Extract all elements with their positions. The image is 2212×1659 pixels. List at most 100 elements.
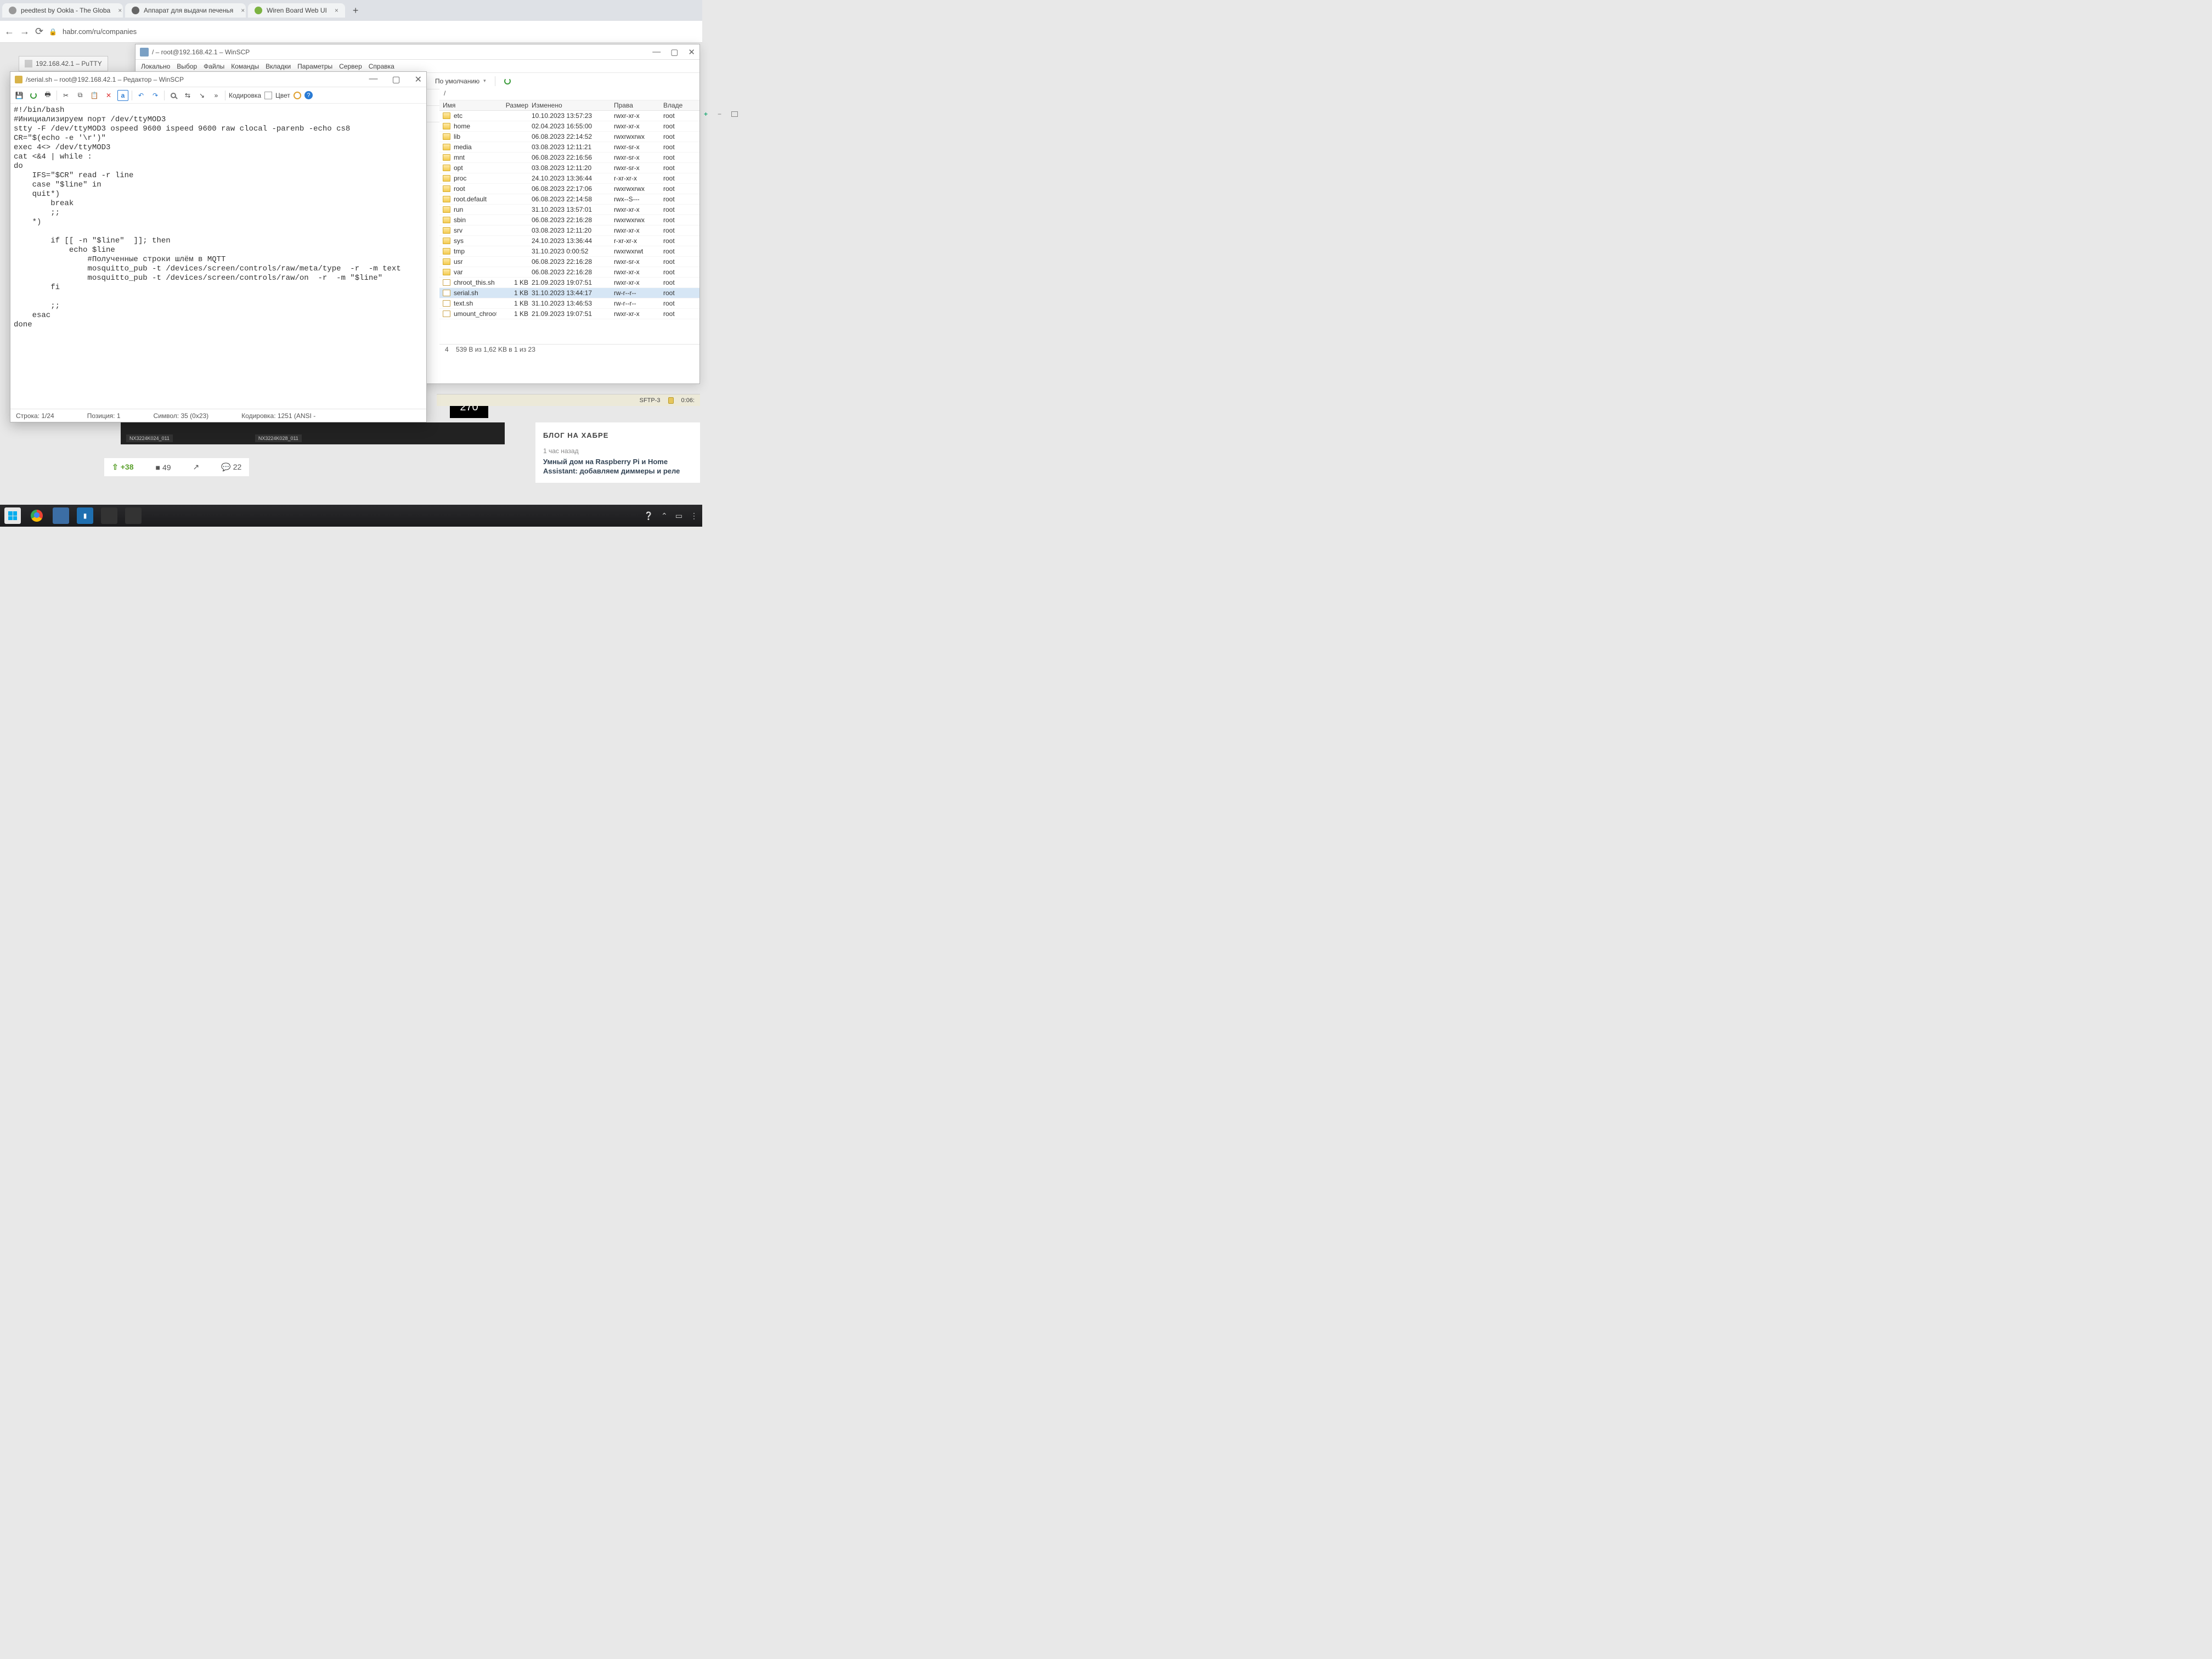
forward-icon[interactable]: → [20, 26, 30, 37]
new-tab-button[interactable]: + [347, 2, 364, 20]
remote-path[interactable]: / [439, 88, 699, 100]
col-perm[interactable]: Права [614, 101, 663, 109]
file-row[interactable]: sbin06.08.2023 22:16:28rwxrwxrwxroot [439, 215, 699, 225]
delete-button[interactable]: ✕ [103, 90, 114, 101]
select-all-button[interactable]: a [117, 90, 128, 101]
select-plus[interactable]: + [701, 109, 711, 119]
file-list[interactable]: etc10.10.2023 13:57:23rwxr-xr-xroothome0… [439, 111, 699, 319]
taskbar-chrome[interactable] [29, 507, 45, 524]
menu-server[interactable]: Сервер [339, 63, 362, 70]
reload-button[interactable] [28, 90, 39, 101]
file-row[interactable]: mnt06.08.2023 22:16:56rwxr-sr-xroot [439, 153, 699, 163]
tab-habr[interactable]: Аппарат для выдачи печенья × [125, 3, 246, 18]
color-swatch[interactable] [264, 92, 272, 99]
goto-button[interactable]: ↘ [196, 90, 207, 101]
menu-help[interactable]: Справка [369, 63, 394, 70]
default-layout-dropdown[interactable]: По умолчанию [432, 76, 489, 86]
file-row[interactable]: lib06.08.2023 22:14:52rwxrwxrwxroot [439, 132, 699, 142]
maximize-icon[interactable]: ▢ [392, 74, 400, 85]
color-dropdown[interactable]: Цвет [275, 92, 290, 99]
save-button[interactable]: 💾 [14, 90, 25, 101]
file-row[interactable]: home02.04.2023 16:55:00rwxr-xr-xroot [439, 121, 699, 132]
tab-speedtest[interactable]: peedtest by Ookla - The Globa × [2, 3, 123, 18]
select-minus[interactable]: − [714, 109, 725, 119]
upvote-count[interactable]: ⇧+38 [112, 462, 133, 472]
share-icon[interactable]: ↗ [193, 462, 200, 472]
minimize-icon[interactable]: — [652, 47, 661, 57]
help-icon[interactable]: ? [304, 91, 313, 99]
file-row[interactable]: sys24.10.2023 13:36:44r-xr-xr-xroot [439, 236, 699, 246]
file-row[interactable]: chroot_this.sh1 KB21.09.2023 19:07:51rwx… [439, 278, 699, 288]
menu-tabs[interactable]: Вкладки [266, 63, 291, 70]
cut-button[interactable]: ✂ [60, 90, 71, 101]
file-name: root.default [454, 195, 487, 203]
taskbar-putty[interactable] [125, 507, 142, 524]
file-list-header[interactable]: Имя Размер Изменено Права Владе [439, 100, 699, 111]
tray-help-icon[interactable]: ❔ [644, 511, 653, 521]
close-icon[interactable]: ✕ [688, 47, 695, 57]
menu-local[interactable]: Локально [141, 63, 170, 70]
maximize-icon[interactable]: ▢ [670, 47, 678, 57]
file-row[interactable]: root06.08.2023 22:17:06rwxrwxrwxroot [439, 184, 699, 194]
file-row[interactable]: media03.08.2023 12:11:21rwxr-sr-xroot [439, 142, 699, 153]
tray-battery-icon[interactable]: ▭ [675, 511, 682, 521]
folder-icon [443, 185, 450, 192]
winscp-titlebar[interactable]: / – root@192.168.42.1 – WinSCP — ▢ ✕ [136, 44, 699, 60]
replace-button[interactable]: ⇆ [182, 90, 193, 101]
bookmark-count[interactable]: ■49 [155, 463, 171, 472]
print-button[interactable]: 🖶 [42, 90, 53, 101]
menu-commands[interactable]: Команды [231, 63, 259, 70]
file-row[interactable]: srv03.08.2023 12:11:20rwxr-xr-xroot [439, 225, 699, 236]
file-row[interactable]: var06.08.2023 22:16:28rwxr-xr-xroot [439, 267, 699, 278]
col-size[interactable]: Размер [496, 101, 532, 109]
tab-wiren[interactable]: Wiren Board Web UI × [248, 3, 345, 18]
file-row[interactable]: umount_chroot.sh1 KB21.09.2023 19:07:51r… [439, 309, 699, 319]
redo-button[interactable]: ↷ [150, 90, 161, 101]
toolbar-btn[interactable] [501, 77, 514, 86]
start-button[interactable] [4, 507, 21, 524]
gear-icon[interactable] [294, 92, 301, 99]
paste-button[interactable]: 📋 [89, 90, 100, 101]
comment-count[interactable]: 💬22 [221, 462, 241, 472]
editor-titlebar[interactable]: /serial.sh – root@192.168.42.1 – Редакто… [10, 72, 426, 87]
col-owner[interactable]: Владе [663, 101, 696, 109]
close-icon[interactable]: × [241, 7, 245, 14]
file-row[interactable]: opt03.08.2023 12:11:20rwxr-sr-xroot [439, 163, 699, 173]
select-toggle[interactable] [728, 110, 741, 118]
copy-button[interactable]: ⧉ [75, 90, 86, 101]
file-row[interactable]: text.sh1 KB31.10.2023 13:46:53rw-r--r--r… [439, 298, 699, 309]
tray-wifi-icon[interactable]: ⋮ [690, 511, 698, 521]
putty-tab[interactable]: 192.168.42.1 – PuTTY [19, 56, 108, 71]
taskbar-app[interactable] [53, 507, 69, 524]
status-pos: Позиция: 1 [87, 412, 121, 420]
close-icon[interactable]: × [118, 7, 122, 14]
close-icon[interactable]: ✕ [415, 74, 422, 85]
file-row[interactable]: serial.sh1 KB31.10.2023 13:44:17rw-r--r-… [439, 288, 699, 298]
undo-button[interactable]: ↶ [136, 90, 146, 101]
col-name[interactable]: Имя [443, 101, 496, 109]
url-text[interactable]: habr.com/ru/companies [63, 27, 137, 36]
file-row[interactable]: root.default06.08.2023 22:14:58rwx--S---… [439, 194, 699, 205]
file-row[interactable]: run31.10.2023 13:57:01rwxr-xr-xroot [439, 205, 699, 215]
menu-options[interactable]: Параметры [297, 63, 332, 70]
minimize-icon[interactable]: — [369, 74, 377, 85]
encoding-dropdown[interactable]: Кодировка [229, 92, 261, 99]
taskbar-app[interactable]: ▮ [77, 507, 93, 524]
menu-select[interactable]: Выбор [177, 63, 197, 70]
file-row[interactable]: proc24.10.2023 13:36:44r-xr-xr-xroot [439, 173, 699, 184]
tray-chevron-up-icon[interactable]: ⌃ [661, 511, 668, 521]
back-icon[interactable]: ← [4, 26, 14, 37]
find-button[interactable] [168, 90, 179, 101]
file-row[interactable]: tmp31.10.2023 0:00:52rwxrwxrwtroot [439, 246, 699, 257]
file-row[interactable]: usr06.08.2023 22:16:28rwxr-sr-xroot [439, 257, 699, 267]
system-tray[interactable]: ❔ ⌃ ▭ ⋮ [644, 511, 698, 521]
find-next-button[interactable]: » [211, 90, 222, 101]
close-icon[interactable]: × [335, 7, 338, 14]
reload-icon[interactable]: ⟳ [35, 26, 43, 37]
taskbar-winscp[interactable] [101, 507, 117, 524]
code-editor[interactable]: #!/bin/bash #Инициализируем порт /dev/tt… [10, 104, 426, 409]
menu-files[interactable]: Файлы [204, 63, 224, 70]
post-title[interactable]: Умный дом на Raspberry Pi и Home Assista… [543, 457, 692, 476]
file-row[interactable]: etc10.10.2023 13:57:23rwxr-xr-xroot [439, 111, 699, 121]
col-changed[interactable]: Изменено [532, 101, 614, 109]
